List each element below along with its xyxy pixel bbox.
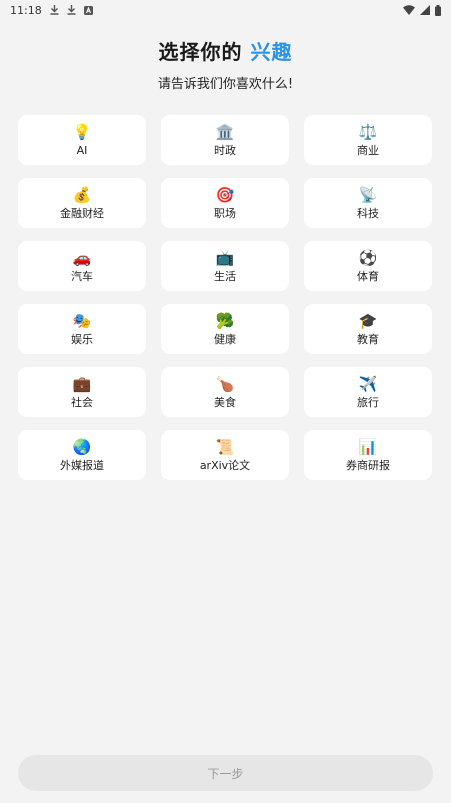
briefcase-icon: 💼: [72, 375, 92, 393]
interest-label: 科技: [357, 207, 379, 220]
interest-label: 汽车: [71, 270, 93, 283]
signal-icon: [420, 5, 430, 15]
battery-icon: [435, 4, 441, 16]
page-subtitle: 请告诉我们你喜欢什么!: [157, 77, 294, 92]
government-building-icon: 🏛️: [215, 123, 235, 141]
interest-label: 社会: [71, 396, 93, 409]
interest-label: 教育: [357, 333, 379, 346]
interest-card[interactable]: 📊 券商研报: [304, 430, 432, 480]
interest-label: 券商研报: [346, 459, 390, 472]
interest-label: 外媒报道: [60, 459, 104, 472]
interest-card[interactable]: 🏛️ 时政: [161, 115, 289, 165]
theater-masks-icon: 🎭: [72, 312, 92, 330]
car-icon: 🚗: [72, 249, 92, 267]
interest-card[interactable]: ⚖️ 商业: [304, 115, 432, 165]
interest-label: 金融财经: [60, 207, 104, 220]
lightbulb-icon: 💡: [72, 123, 92, 141]
interest-label: 美食: [214, 396, 236, 409]
interest-card[interactable]: 💼 社会: [18, 367, 146, 417]
scroll-icon: 📜: [215, 438, 235, 456]
interest-label: 健康: [214, 333, 236, 346]
interest-label: 体育: [357, 270, 379, 283]
soccer-ball-icon: ⚽: [358, 249, 378, 267]
bar-chart-icon: 📊: [358, 438, 378, 456]
globe-icon: 🌏: [72, 438, 92, 456]
television-icon: 📺: [215, 249, 235, 267]
interest-label: 时政: [214, 144, 236, 157]
drumstick-icon: 🍗: [215, 375, 235, 393]
interest-card[interactable]: 🎓 教育: [304, 304, 432, 354]
interest-card[interactable]: 🌏 外媒报道: [18, 430, 146, 480]
page-title: 选择你的 兴趣: [0, 36, 451, 65]
interest-label: 商业: [357, 144, 379, 157]
balance-scale-icon: ⚖️: [358, 123, 378, 141]
interest-label: arXiv论文: [199, 459, 251, 472]
target-icon: 🎯: [215, 186, 235, 204]
interest-card[interactable]: 📺 生活: [161, 241, 289, 291]
money-bag-icon: 💰: [72, 186, 92, 204]
interest-card[interactable]: 🥦 健康: [161, 304, 289, 354]
interest-card[interactable]: 📡 科技: [304, 178, 432, 228]
interest-card[interactable]: 📜 arXiv论文: [161, 430, 289, 480]
interest-label: 旅行: [357, 396, 379, 409]
interest-label: 职场: [214, 207, 236, 220]
interest-grid: 💡 AI 🏛️ 时政 ⚖️ 商业 💰 金融财经 🎯 职场 📡 科技 🚗 汽车 📺 生活 ⚽ 体育 🎭 娱乐 🥦 健康 🎓 教育…: [18, 115, 433, 480]
interest-label: 娱乐: [71, 333, 93, 346]
status-time: 11:18: [10, 3, 42, 17]
interest-card[interactable]: ⚽ 体育: [304, 241, 432, 291]
title-accent: 兴趣: [250, 40, 293, 64]
airplane-icon: ✈️: [358, 375, 378, 393]
interest-card[interactable]: 🎯 职场: [161, 178, 289, 228]
broccoli-icon: 🥦: [215, 312, 235, 330]
download-icon: [50, 5, 59, 15]
status-right: [403, 4, 441, 16]
title-prefix: 选择你的: [158, 40, 243, 64]
wifi-icon: [403, 5, 415, 15]
app-notification-icon: [83, 5, 93, 15]
interest-label: AI: [76, 144, 88, 157]
interest-card[interactable]: 💡 AI: [18, 115, 146, 165]
interest-label: 生活: [214, 270, 236, 283]
satellite-dish-icon: 📡: [358, 186, 378, 204]
graduation-cap-icon: 🎓: [358, 312, 378, 330]
status-bar: 11:18: [0, 0, 451, 20]
interest-card[interactable]: 🍗 美食: [161, 367, 289, 417]
interest-card[interactable]: 🎭 娱乐: [18, 304, 146, 354]
interest-card[interactable]: 🚗 汽车: [18, 241, 146, 291]
download-icon: [67, 5, 76, 15]
next-button[interactable]: 下一步: [18, 755, 433, 791]
interest-card[interactable]: ✈️ 旅行: [304, 367, 432, 417]
interest-card[interactable]: 💰 金融财经: [18, 178, 146, 228]
status-left: 11:18: [10, 4, 93, 17]
